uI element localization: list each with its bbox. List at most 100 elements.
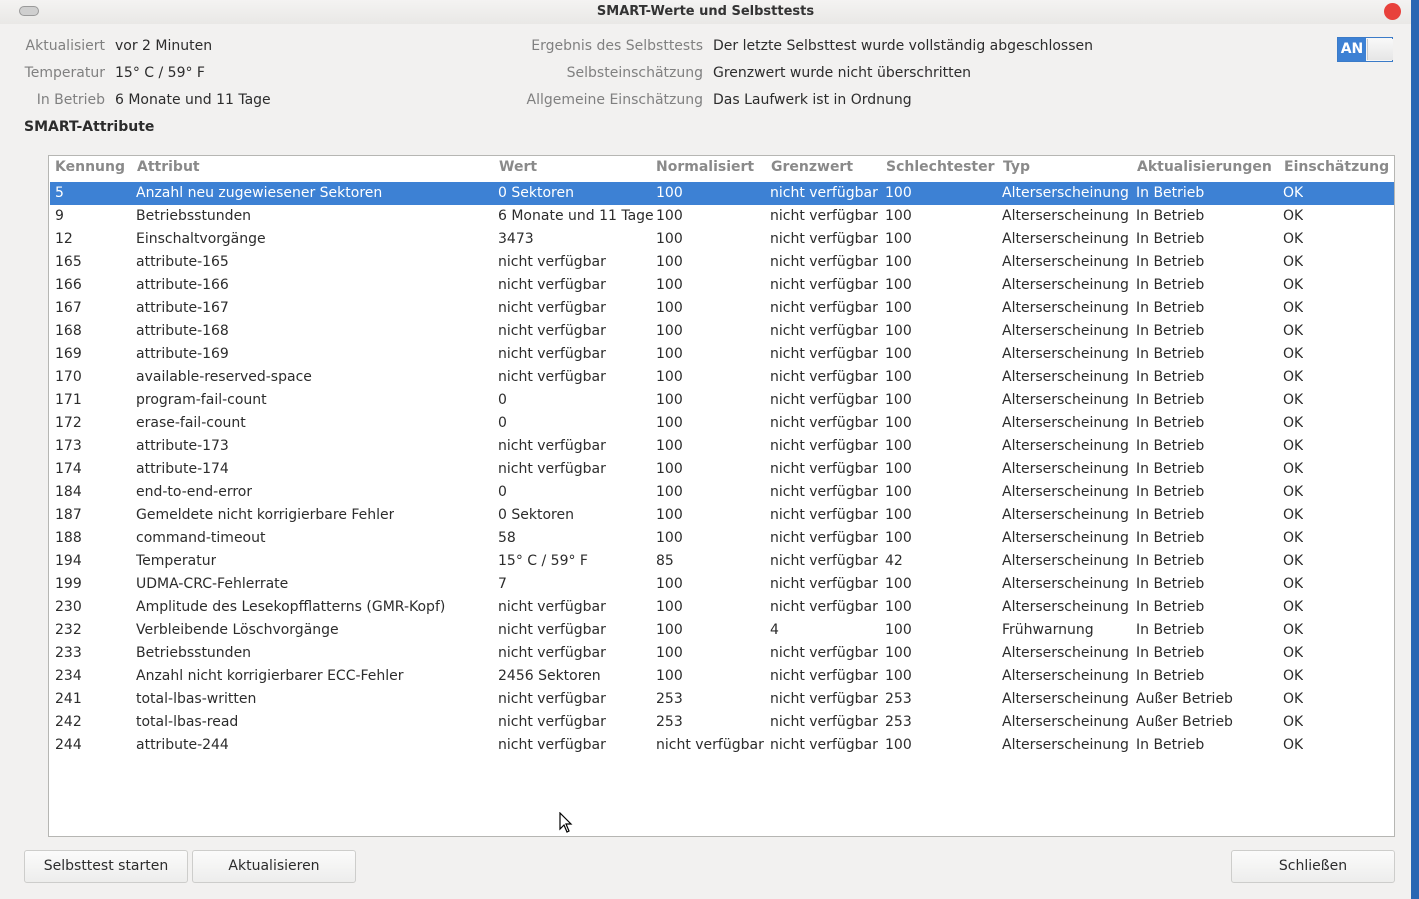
cell-attribute: Gemeldete nicht korrigierbare Fehler <box>136 507 395 523</box>
cell-type: Alterserscheinung <box>1002 737 1129 753</box>
cell-value: nicht verfügbar <box>498 369 606 385</box>
table-row[interactable]: 199 UDMA-CRC-Fehlerrate 7 100 nicht verfügba… <box>50 573 1394 596</box>
toggle-knob[interactable] <box>1367 39 1393 60</box>
cell-type: Alterserscheinung <box>1002 346 1129 362</box>
table-row[interactable]: 170 available-reserved-space nicht verfügb… <box>50 366 1394 389</box>
cell-updates: In Betrieb <box>1136 530 1205 546</box>
col-header-type[interactable]: Typ <box>1003 159 1030 175</box>
table-row[interactable]: 166 attribute-166 nicht verfügbar 100 nicht … <box>50 274 1394 297</box>
cell-normalized: 100 <box>656 599 683 615</box>
cell-id: 169 <box>55 346 82 362</box>
cell-normalized: 253 <box>656 714 683 730</box>
cell-assessment: OK <box>1283 392 1304 408</box>
table-row[interactable]: 169 attribute-169 nicht verfügbar 100 nicht … <box>50 343 1394 366</box>
table-row[interactable]: 165 attribute-165 nicht verfügbar 100 nicht … <box>50 251 1394 274</box>
col-header-threshold[interactable]: Grenzwert <box>771 159 853 175</box>
cell-type: Alterserscheinung <box>1002 231 1129 247</box>
table-row[interactable]: 187 Gemeldete nicht korrigierbare Fehler 0… <box>50 504 1394 527</box>
cell-assessment: OK <box>1283 622 1304 638</box>
attributes-table[interactable]: Kennung Attribut Wert Normalisiert Grenz… <box>48 155 1395 837</box>
table-row[interactable]: 171 program-fail-count 0 100 nicht verfügbar… <box>50 389 1394 412</box>
cell-type: Alterserscheinung <box>1002 300 1129 316</box>
table-row[interactable]: 173 attribute-173 nicht verfügbar 100 nicht … <box>50 435 1394 458</box>
cell-normalized: 100 <box>656 277 683 293</box>
cell-attribute: Temperatur <box>136 553 217 569</box>
col-header-id[interactable]: Kennung <box>55 159 125 175</box>
col-header-assessment[interactable]: Einschätzung <box>1284 159 1389 175</box>
table-row[interactable]: 188 command-timeout 58 100 nicht verfügbar 10… <box>50 527 1394 550</box>
cell-threshold: nicht verfügbar <box>770 645 878 661</box>
cell-attribute: Amplitude des Lesekopfflatterns (GMR-Kop… <box>136 599 446 615</box>
cell-type: Alterserscheinung <box>1002 185 1129 201</box>
cell-threshold: nicht verfügbar <box>770 599 878 615</box>
cell-value: nicht verfügbar <box>498 277 606 293</box>
cell-type: Alterserscheinung <box>1002 530 1129 546</box>
cell-assessment: OK <box>1283 553 1304 569</box>
cell-updates: In Betrieb <box>1136 576 1205 592</box>
table-row[interactable]: 184 end-to-end-error 0 100 nicht verfügbar 10… <box>50 481 1394 504</box>
cell-type: Alterserscheinung <box>1002 484 1129 500</box>
cell-attribute: total-lbas-written <box>136 691 257 707</box>
cell-value: nicht verfügbar <box>498 300 606 316</box>
col-header-normalized[interactable]: Normalisiert <box>656 159 754 175</box>
table-row[interactable]: 12 Einschaltvorgänge 3473 100 nicht verfügba… <box>50 228 1394 251</box>
section-title: SMART-Attribute <box>24 119 155 135</box>
cell-attribute: end-to-end-error <box>136 484 253 500</box>
cell-worst: 100 <box>885 530 912 546</box>
col-header-value[interactable]: Wert <box>499 159 537 175</box>
cell-attribute: attribute-165 <box>136 254 229 270</box>
table-row[interactable]: 242 total-lbas-read nicht verfügbar 253 nich… <box>50 711 1394 734</box>
table-row[interactable]: 5 Anzahl neu zugewiesener Sektoren 0 Sekto… <box>50 182 1394 205</box>
cell-type: Alterserscheinung <box>1002 599 1129 615</box>
cell-attribute: available-reserved-space <box>136 369 312 385</box>
cell-updates: In Betrieb <box>1136 461 1205 477</box>
cell-updates: In Betrieb <box>1136 231 1205 247</box>
cell-updates: In Betrieb <box>1136 369 1205 385</box>
cell-threshold: nicht verfügbar <box>770 461 878 477</box>
table-row[interactable]: 230 Amplitude des Lesekopfflatterns (GMR-… <box>50 596 1394 619</box>
col-header-updates[interactable]: Aktualisierungen <box>1137 159 1272 175</box>
smart-toggle[interactable]: AN <box>1337 37 1393 62</box>
table-row[interactable]: 9 Betriebsstunden 6 Monate und 11 Tage 100 n… <box>50 205 1394 228</box>
cell-worst: 100 <box>885 576 912 592</box>
cell-value: nicht verfügbar <box>498 599 606 615</box>
table-row[interactable]: 241 total-lbas-written nicht verfügbar 253 n… <box>50 688 1394 711</box>
cell-updates: In Betrieb <box>1136 346 1205 362</box>
cell-value: 15° C / 59° F <box>498 553 588 569</box>
toggle-on-label: AN <box>1338 38 1366 61</box>
cell-id: 233 <box>55 645 82 661</box>
col-header-worst[interactable]: Schlechtester <box>886 159 995 175</box>
cell-updates: In Betrieb <box>1136 438 1205 454</box>
cell-threshold: nicht verfügbar <box>770 691 878 707</box>
refresh-button[interactable]: Aktualisieren <box>192 850 356 883</box>
cell-assessment: OK <box>1283 300 1304 316</box>
table-row[interactable]: 172 erase-fail-count 0 100 nicht verfügbar 10… <box>50 412 1394 435</box>
cell-id: 184 <box>55 484 82 500</box>
cell-assessment: OK <box>1283 599 1304 615</box>
table-row[interactable]: 168 attribute-168 nicht verfügbar 100 nicht … <box>50 320 1394 343</box>
cell-attribute: total-lbas-read <box>136 714 239 730</box>
cell-type: Alterserscheinung <box>1002 254 1129 270</box>
cell-normalized: 100 <box>656 254 683 270</box>
cell-worst: 100 <box>885 645 912 661</box>
col-header-attribute[interactable]: Attribut <box>137 159 200 175</box>
table-row[interactable]: 167 attribute-167 nicht verfügbar 100 nicht … <box>50 297 1394 320</box>
cell-normalized: 100 <box>656 438 683 454</box>
cell-id: 244 <box>55 737 82 753</box>
table-row[interactable]: 232 Verbleibende Löschvorgänge nicht verfü… <box>50 619 1394 642</box>
close-window-icon[interactable] <box>1384 3 1401 20</box>
cell-id: 241 <box>55 691 82 707</box>
table-row[interactable]: 244 attribute-244 nicht verfügbar nicht ver… <box>50 734 1394 757</box>
cell-value: 6 Monate und 11 Tage <box>498 208 654 224</box>
start-selftest-button[interactable]: Selbsttest starten <box>24 850 188 883</box>
table-row[interactable]: 194 Temperatur 15° C / 59° F 85 nicht verfüg… <box>50 550 1394 573</box>
table-row[interactable]: 174 attribute-174 nicht verfügbar 100 nicht … <box>50 458 1394 481</box>
table-row[interactable]: 234 Anzahl nicht korrigierbarer ECC-Fehle… <box>50 665 1394 688</box>
cell-assessment: OK <box>1283 346 1304 362</box>
cell-value: 0 <box>498 392 507 408</box>
cell-attribute: attribute-244 <box>136 737 229 753</box>
close-button[interactable]: Schließen <box>1231 850 1395 883</box>
cell-id: 171 <box>55 392 82 408</box>
cell-threshold: nicht verfügbar <box>770 415 878 431</box>
table-row[interactable]: 233 Betriebsstunden nicht verfügbar 100 nich… <box>50 642 1394 665</box>
